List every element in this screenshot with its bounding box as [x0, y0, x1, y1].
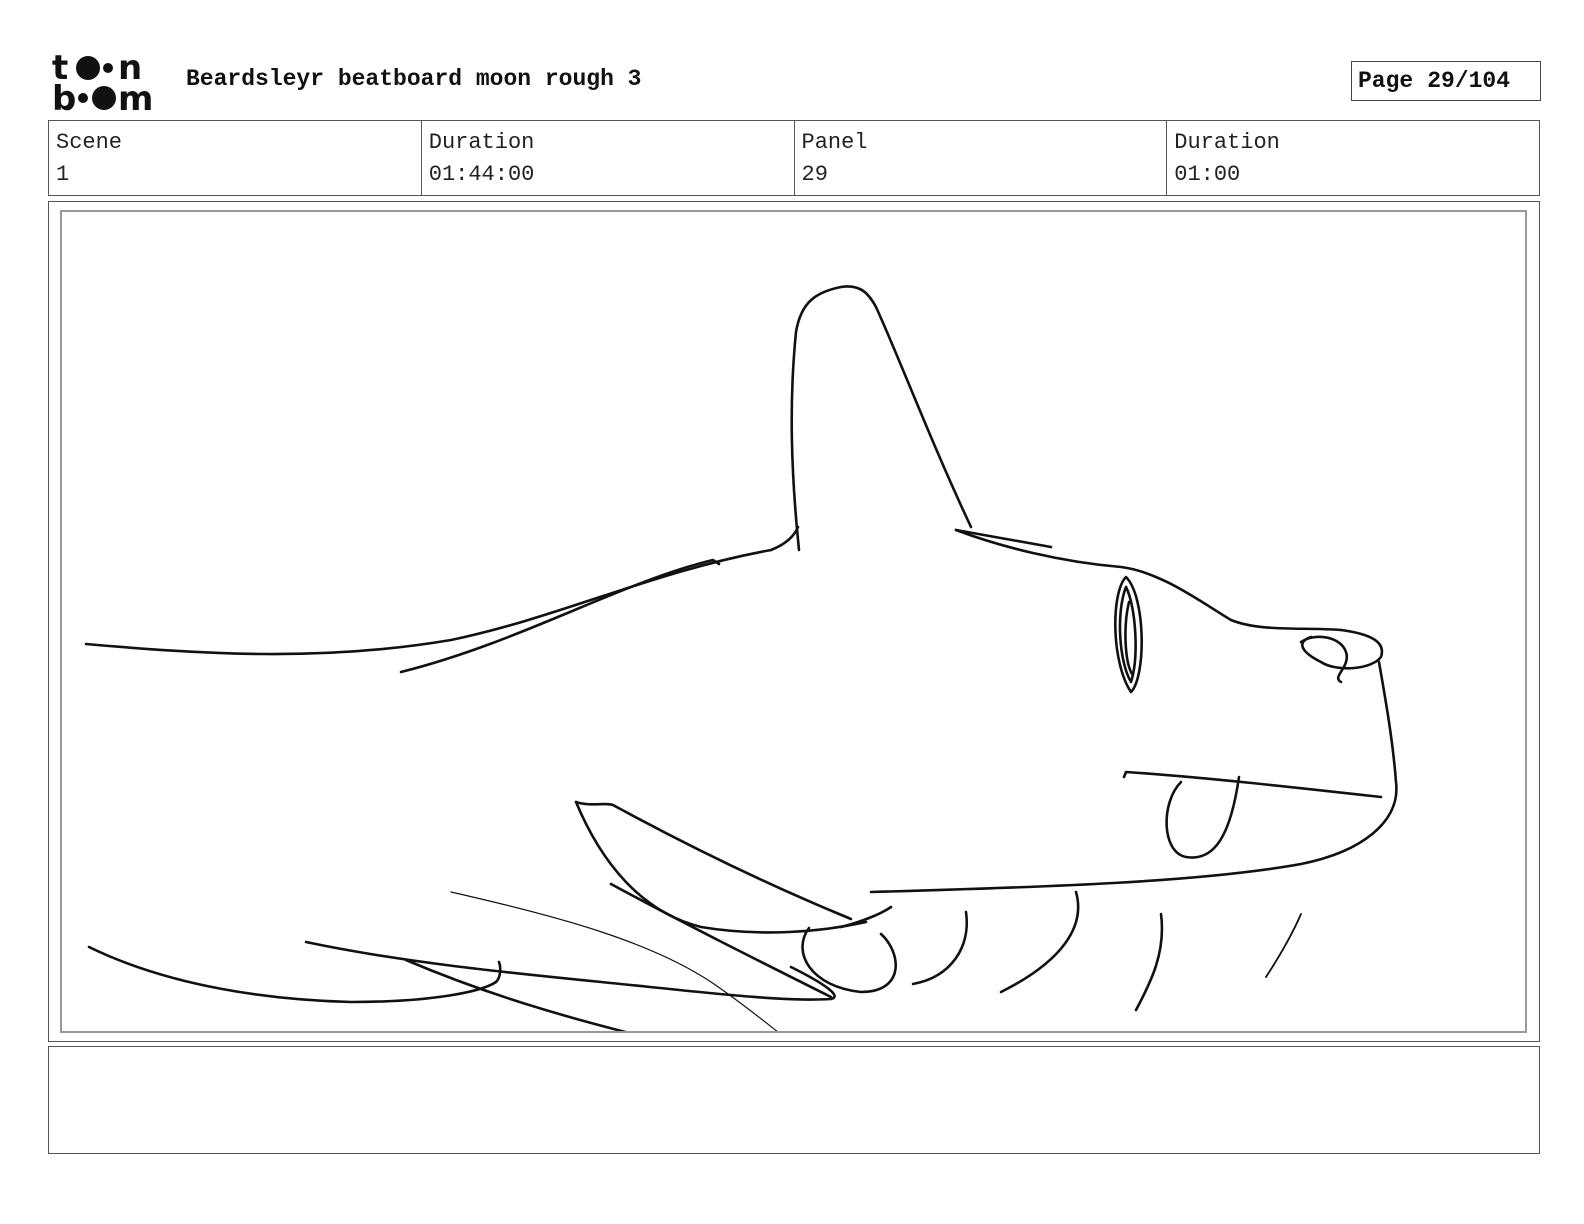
- scene-duration-cell: Duration 01:44:00: [422, 121, 795, 195]
- panel-info-row: Scene 1 Duration 01:44:00 Panel 29 Durat…: [48, 120, 1540, 196]
- page-counter: Page 29/104: [1351, 61, 1541, 101]
- panel-duration-label: Duration: [1174, 130, 1280, 155]
- toonboom-logo: t n b m: [52, 48, 164, 119]
- svg-text:m: m: [118, 79, 153, 114]
- toonboom-logo-icon: t n b m: [52, 48, 153, 119]
- page-value: 29/104: [1427, 68, 1511, 94]
- panel-value: 29: [801, 162, 828, 187]
- panel-cell: Panel 29: [795, 121, 1168, 195]
- svg-text:b: b: [52, 79, 76, 114]
- storyboard-panel-frame: [48, 201, 1540, 1042]
- scene-label: Scene: [56, 130, 123, 155]
- scene-cell: Scene 1: [49, 121, 422, 195]
- panel-duration-value: 01:00: [1174, 162, 1241, 187]
- panel-duration-cell: Duration 01:00: [1167, 121, 1539, 195]
- scene-duration-value: 01:44:00: [428, 162, 535, 187]
- panel-notes-box[interactable]: [48, 1046, 1540, 1154]
- page-label: Page: [1358, 68, 1414, 94]
- scene-value: 1: [56, 162, 70, 187]
- storyboard-panel-image: [60, 210, 1527, 1033]
- document-title: Beardsleyr beatboard moon rough 3: [186, 66, 642, 92]
- panel-label: Panel: [801, 130, 868, 155]
- shark-sketch-drawing: [84, 285, 1398, 1031]
- scene-duration-label: Duration: [428, 130, 535, 155]
